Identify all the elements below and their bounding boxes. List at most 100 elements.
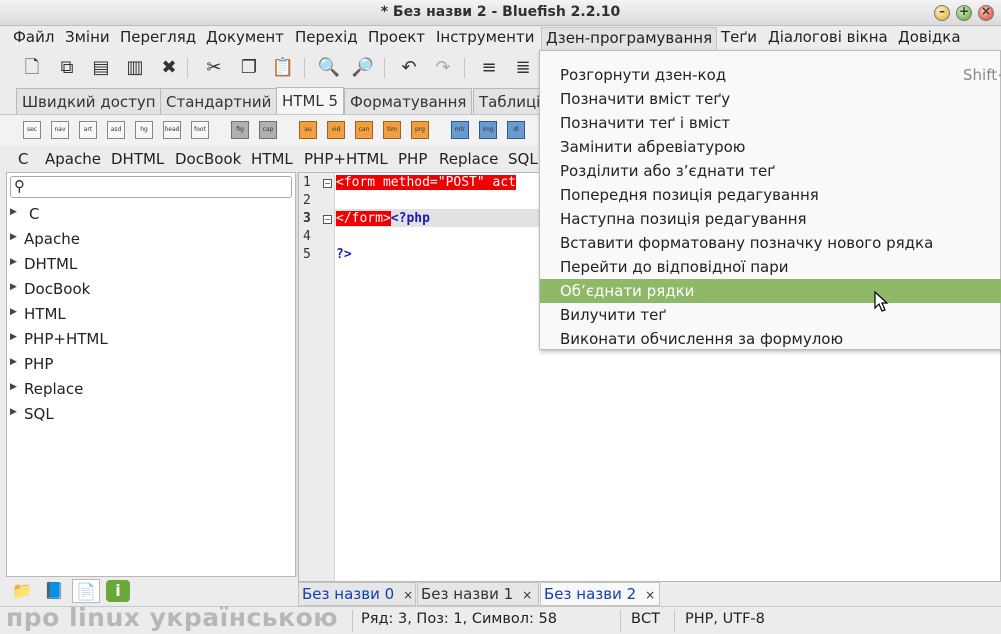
figure-icon[interactable]: fig bbox=[231, 121, 249, 139]
snippets-icon[interactable]: 📄 bbox=[72, 579, 100, 603]
menu-edit[interactable]: Зміни bbox=[65, 28, 110, 48]
menu-item-prev-edit-point[interactable]: Попередня позиція редагування bbox=[540, 183, 1001, 207]
video-icon[interactable]: vid bbox=[327, 121, 345, 139]
menu-zencoding[interactable]: Дзен-програмування bbox=[541, 27, 718, 50]
meter-icon[interactable]: mtr bbox=[451, 121, 469, 139]
close-tab-icon[interactable]: × bbox=[403, 588, 413, 602]
menu-view[interactable]: Перегляд bbox=[120, 28, 196, 48]
menu-dialogs[interactable]: Діалогові вікна bbox=[768, 28, 888, 48]
hgroup-icon[interactable]: hg bbox=[135, 121, 153, 139]
redo-icon[interactable]: ↷ bbox=[431, 56, 455, 80]
tab-standard[interactable]: Стандартний bbox=[160, 88, 278, 114]
close-doc-icon[interactable]: ✖ bbox=[157, 56, 181, 80]
figcaption-icon[interactable]: cap bbox=[259, 121, 277, 139]
audio-icon[interactable]: au bbox=[299, 121, 317, 139]
minimize-button[interactable]: – bbox=[934, 4, 950, 21]
time-icon[interactable]: tim bbox=[383, 121, 401, 139]
tree-item-c[interactable]: ▶ C bbox=[7, 205, 287, 227]
menu-go[interactable]: Перехід bbox=[295, 28, 358, 48]
article-icon[interactable]: art bbox=[79, 121, 97, 139]
indent-icon[interactable]: ≡ bbox=[477, 56, 501, 80]
doc-tab[interactable]: Без назви 1 × bbox=[417, 582, 539, 606]
filter-sql[interactable]: SQL bbox=[508, 150, 538, 168]
footer-icon[interactable]: foot bbox=[191, 121, 209, 139]
doc-tab-active[interactable]: Без назви 2 × bbox=[540, 582, 660, 606]
expand-arrow-icon[interactable]: ▶ bbox=[10, 382, 17, 392]
menu-item-split-join-tag[interactable]: Розділити або з’єднати теґ bbox=[540, 159, 1001, 183]
fold-toggle-icon[interactable]: − bbox=[323, 179, 332, 188]
tree-item-docbook[interactable]: ▶ DocBook bbox=[7, 280, 287, 302]
maximize-button[interactable]: + bbox=[956, 4, 972, 21]
expand-arrow-icon[interactable]: ▶ bbox=[10, 407, 17, 417]
canvas-icon[interactable]: can bbox=[355, 121, 373, 139]
tree-item-dhtml[interactable]: ▶ DHTML bbox=[7, 255, 287, 277]
fold-toggle-icon[interactable]: − bbox=[323, 215, 332, 224]
filter-apache[interactable]: Apache bbox=[45, 150, 101, 168]
filter-replace[interactable]: Replace bbox=[439, 150, 498, 168]
info-icon[interactable]: i bbox=[106, 580, 130, 602]
menu-item-evaluate-math[interactable]: Виконати обчислення за формулою bbox=[540, 327, 1001, 351]
find-icon[interactable]: 🔍 bbox=[317, 56, 341, 80]
filter-c[interactable]: C bbox=[18, 150, 28, 168]
menu-item-next-edit-point[interactable]: Наступна позиція редагування bbox=[540, 207, 1001, 231]
image-icon[interactable]: img bbox=[479, 121, 497, 139]
close-window-button[interactable]: × bbox=[978, 4, 994, 21]
filter-php[interactable]: PHP bbox=[398, 150, 427, 168]
tab-html5[interactable]: HTML 5 bbox=[276, 87, 345, 115]
undo-icon[interactable]: ↶ bbox=[397, 56, 421, 80]
tree-item-php[interactable]: ▶ PHP bbox=[7, 355, 287, 377]
find-replace-icon[interactable]: 🔎 bbox=[351, 56, 375, 80]
tab-formatting[interactable]: Форматування bbox=[344, 88, 473, 114]
aside-icon[interactable]: asd bbox=[107, 121, 125, 139]
datalist-icon[interactable]: dl bbox=[507, 121, 525, 139]
section-icon[interactable]: sec bbox=[23, 121, 41, 139]
save-icon[interactable]: ▤ bbox=[89, 56, 113, 80]
menu-item-expand-zencode[interactable]: Розгорнути дзен-кодShift+ bbox=[540, 63, 1001, 87]
folder-icon[interactable]: 📁 bbox=[8, 579, 36, 603]
filter-php-html[interactable]: PHP+HTML bbox=[304, 150, 388, 168]
close-tab-icon[interactable]: × bbox=[645, 588, 655, 602]
search-input[interactable]: ⚲ bbox=[10, 176, 292, 198]
paste-icon[interactable]: 📋 bbox=[271, 56, 295, 80]
tab-quick-access[interactable]: Швидкий доступ bbox=[16, 88, 162, 114]
menu-file[interactable]: Файл bbox=[13, 28, 54, 48]
menu-item-select-tag-and-content[interactable]: Позначити теґ і вміст bbox=[540, 111, 1001, 135]
copy-icon[interactable]: ❐ bbox=[237, 56, 261, 80]
menu-project[interactable]: Проект bbox=[368, 28, 425, 48]
filter-dhtml[interactable]: DHTML bbox=[111, 150, 164, 168]
cut-icon[interactable]: ✂ bbox=[202, 56, 226, 80]
tree-item-php-html[interactable]: ▶ PHP+HTML bbox=[7, 330, 287, 352]
expand-arrow-icon[interactable]: ▶ bbox=[10, 207, 17, 217]
filter-docbook[interactable]: DocBook bbox=[175, 150, 241, 168]
menu-item-go-to-matching-pair[interactable]: Перейти до відповідної пари bbox=[540, 255, 1001, 279]
menu-item-insert-formatted-newline[interactable]: Вставити форматовану позначку нового ряд… bbox=[540, 231, 1001, 255]
expand-arrow-icon[interactable]: ▶ bbox=[10, 257, 17, 267]
tree-item-sql[interactable]: ▶ SQL bbox=[7, 405, 287, 427]
expand-arrow-icon[interactable]: ▶ bbox=[10, 232, 17, 242]
expand-arrow-icon[interactable]: ▶ bbox=[10, 332, 17, 342]
new-file-icon[interactable]: 🗋 bbox=[20, 56, 44, 80]
menu-item-merge-lines[interactable]: Об’єднати рядки bbox=[540, 279, 1001, 303]
unindent-icon[interactable]: ≣ bbox=[511, 56, 535, 80]
expand-arrow-icon[interactable]: ▶ bbox=[10, 282, 17, 292]
tab-tables[interactable]: Таблиці bbox=[473, 88, 547, 114]
menu-item-select-tag-content[interactable]: Позначити вміст теґу bbox=[540, 87, 1001, 111]
menu-item-wrap-abbreviation[interactable]: Замінити абревіатурою bbox=[540, 135, 1001, 159]
filter-html[interactable]: HTML bbox=[251, 150, 293, 168]
tree-item-replace[interactable]: ▶ Replace bbox=[7, 380, 287, 402]
menu-document[interactable]: Документ bbox=[206, 28, 284, 48]
expand-arrow-icon[interactable]: ▶ bbox=[10, 307, 17, 317]
expand-arrow-icon[interactable]: ▶ bbox=[10, 357, 17, 367]
save-as-icon[interactable]: ▥ bbox=[123, 56, 147, 80]
menu-tools[interactable]: Інструменти bbox=[436, 28, 534, 48]
progress-icon[interactable]: prg bbox=[411, 121, 429, 139]
menu-help[interactable]: Довідка bbox=[898, 28, 961, 48]
bookmarks-icon[interactable]: 📘 bbox=[40, 579, 68, 603]
nav-icon[interactable]: nav bbox=[51, 121, 69, 139]
open-file-icon[interactable]: ⧉ bbox=[55, 56, 79, 80]
menu-item-remove-tag[interactable]: Вилучити теґ bbox=[540, 303, 1001, 327]
tree-item-apache[interactable]: ▶ Apache bbox=[7, 230, 287, 252]
tree-item-html[interactable]: ▶ HTML bbox=[7, 305, 287, 327]
close-tab-icon[interactable]: × bbox=[522, 588, 532, 602]
header-icon[interactable]: head bbox=[163, 121, 181, 139]
